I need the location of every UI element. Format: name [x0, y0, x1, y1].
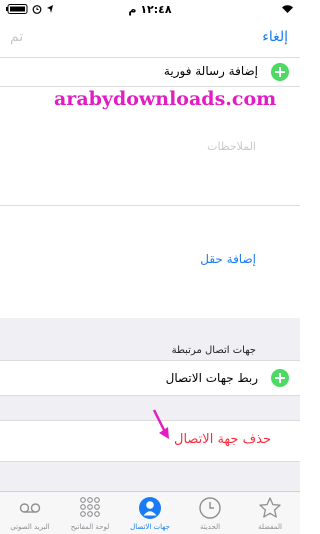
tab-voicemail[interactable]: البريد الصوتي	[0, 492, 60, 534]
tab-favorites[interactable]: المفضلة	[240, 492, 300, 534]
add-instant-message-row[interactable]: إضافة رسالة فورية	[0, 58, 300, 86]
clock-icon	[199, 497, 221, 519]
tab-label: البريد الصوتي	[10, 523, 50, 531]
cancel-button[interactable]: إلغاء	[262, 29, 288, 45]
delete-contact-button[interactable]: حذف جهة الاتصال	[174, 432, 271, 447]
add-field-button[interactable]: إضافة حقل	[200, 252, 256, 266]
status-bar: ١٢:٤٨ م	[0, 0, 300, 20]
tab-bar: البريد الصوتي لوحة المفاتيح جهات الاتصال…	[0, 491, 300, 534]
status-time: ١٢:٤٨ م	[128, 3, 172, 16]
pointer-arrow-icon	[152, 409, 169, 439]
done-button[interactable]: تم	[10, 29, 23, 45]
tab-contacts[interactable]: جهات الاتصال	[120, 492, 180, 534]
tab-label: جهات الاتصال	[130, 523, 170, 531]
add-instant-message-label: إضافة رسالة فورية	[163, 64, 258, 78]
link-contacts-row[interactable]: ربط جهات الاتصال	[0, 361, 300, 395]
add-icon[interactable]	[271, 63, 289, 81]
linked-contacts-header: جهات اتصال مرتبطة	[171, 345, 256, 356]
tab-label: لوحة المفاتيح	[70, 523, 110, 531]
tab-recents[interactable]: الحديثة	[180, 492, 240, 534]
tab-label: الحديثة	[199, 523, 221, 531]
wifi-icon	[282, 5, 293, 13]
divider	[0, 86, 300, 87]
section-separator	[0, 462, 300, 491]
divider	[0, 205, 300, 206]
nav-bar: تم إلغاء	[0, 20, 300, 58]
keypad-icon	[80, 497, 100, 517]
add-icon[interactable]	[271, 369, 289, 387]
tab-keypad[interactable]: لوحة المفاتيح	[60, 492, 120, 534]
contacts-icon	[139, 497, 161, 519]
link-contacts-label: ربط جهات الاتصال	[165, 371, 258, 385]
status-right	[281, 4, 294, 14]
tab-label: المفضلة	[258, 523, 282, 531]
star-icon	[259, 497, 281, 518]
notes-field[interactable]: الملاحظات	[207, 140, 256, 153]
voicemail-icon	[19, 503, 41, 513]
watermark: arabydownloads.com	[54, 88, 277, 110]
